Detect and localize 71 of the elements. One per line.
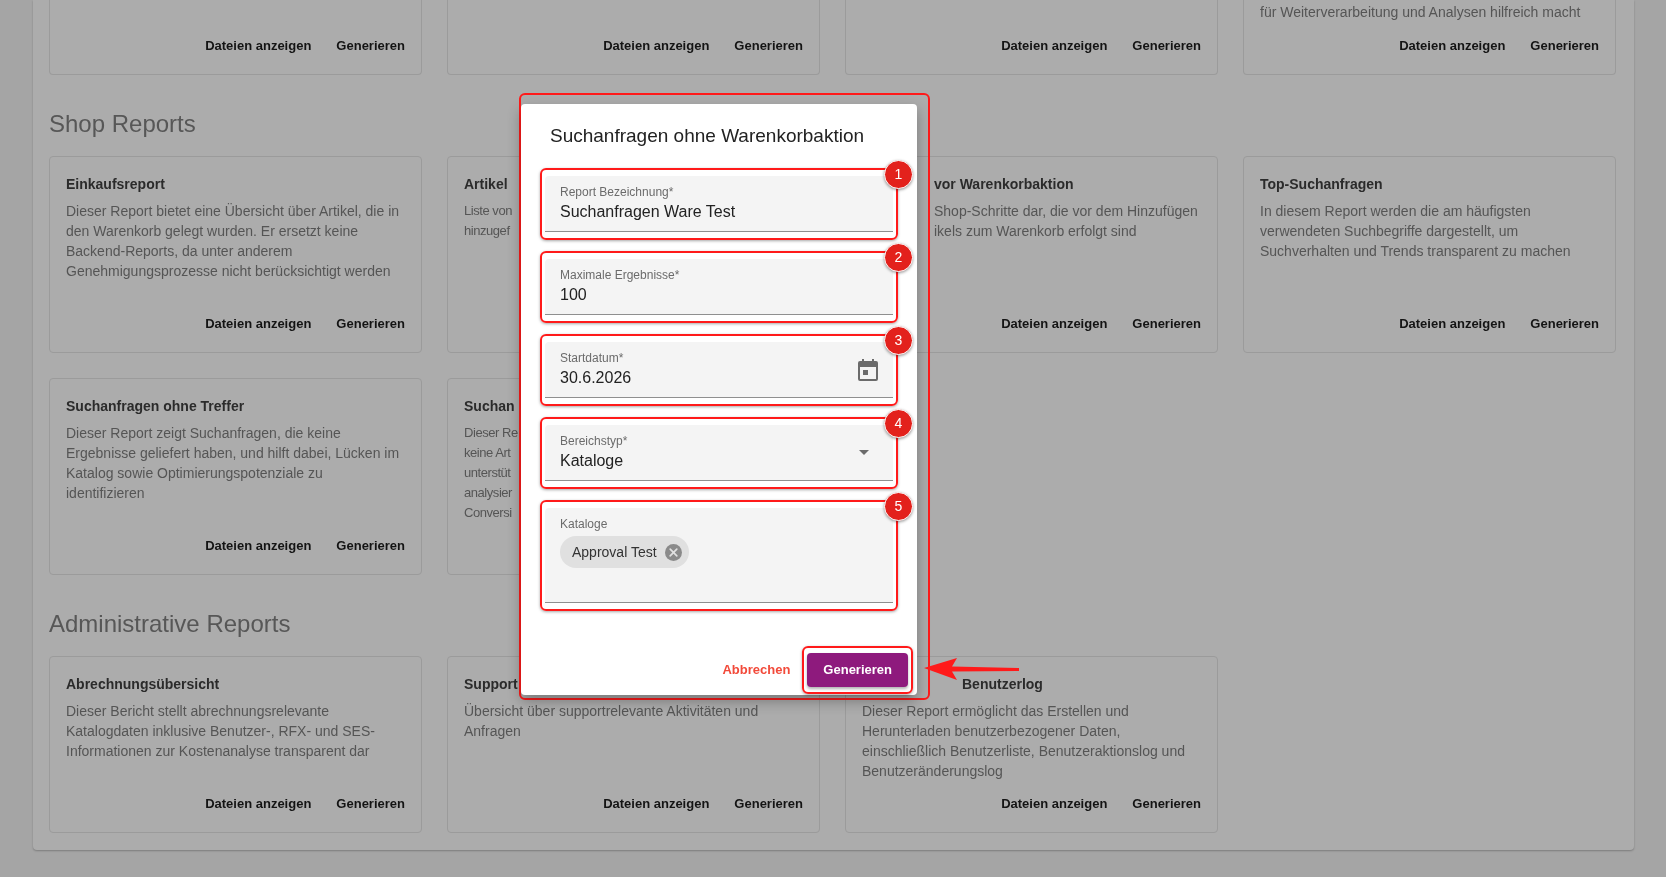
card-description: Dieser Report bietet eine Übersicht über Artikel, die in den Warenkorb gelegt wurden. Er ersetzt keine Backend-Reports, da unter anderem Genehmigungsprozesse nicht berücksichtigt werden [66,202,401,281]
generate-button[interactable]: Generieren [1124,306,1209,342]
date-field[interactable]: Startdatum* 30.6.2026 [545,342,893,398]
field-label: Report Bezeichnung* [560,185,674,199]
description-line: keine Art [464,444,511,462]
chip-input-field[interactable]: Kataloge Approval Test [545,508,893,603]
view-files-button[interactable]: Dateien anzeigen [595,28,718,64]
card-description: für Weiterverarbeitung und Analysen hilfreich macht [1260,3,1582,22]
description-line: ikels zum Warenkorb erfolgt sind [934,222,1137,241]
view-files-button[interactable]: Dateien anzeigen [993,786,1116,822]
view-files-button[interactable]: Dateien anzeigen [197,28,320,64]
step-number-badge: 4 [884,409,913,438]
description-line: analysier [464,484,512,502]
text-field[interactable]: Report Bezeichnung* Suchanfragen Ware Test [545,176,893,232]
cancel-button[interactable]: Abbrechen [714,653,799,687]
card-description: Dieser Bericht stellt abrechnungsrelevante Katalogdaten inklusive Benutzer-, RFX- und SES-Informationen zur Kostenanalyse transparent dar [66,702,376,761]
description-line: Conversi [464,504,512,522]
card-title: Benutzerlog [962,675,1043,694]
card-description: In diesem Report werden die am häufigsten verwendeten Suchbegriffe dargestellt, um Suchverhalten und Trends transparent zu machen [1260,202,1572,261]
generate-button[interactable]: Generieren [1522,28,1607,64]
card-description: Dieser Report ermöglicht das Erstellen und Herunterladen benutzerbezogener Daten, einschließlich Benutzerliste, Benutzeraktionslog und Benutzeränderungslog [862,702,1186,781]
section-heading: Administrative Reports [49,610,291,638]
view-files-button[interactable]: Dateien anzeigen [993,28,1116,64]
card-title: vor Warenkorbaktion [934,175,1074,194]
field-label: Kataloge [560,517,608,531]
view-files-button[interactable]: Dateien anzeigen [197,528,320,564]
card-description: Übersicht über supportrelevante Aktivitäten und Anfragen [464,702,760,741]
view-files-button[interactable]: Dateien anzeigen [1391,306,1514,342]
description-line: hinzugef [464,222,510,240]
field-label: Maximale Ergebnisse* [560,268,680,282]
generate-button[interactable]: Generieren [328,528,413,564]
step-number-badge: 1 [884,160,913,189]
generate-button[interactable]: Generieren [726,28,811,64]
card-description: Dieser Report zeigt Suchanfragen, die keine Ergebnisse geliefert haben, und hilft dabei, Lücken im Katalog sowie Optimierungspotenziale zu identifizieren [66,424,401,503]
step-number-badge: 2 [884,243,913,272]
dialog-title: Suchanfragen ohne Warenkorbaktion [550,124,865,148]
text-field[interactable]: Maximale Ergebnisse* 100 [545,259,893,315]
description-line: Dieser Re [464,424,518,442]
card-title: Artikel [464,175,508,194]
generate-button[interactable]: Generieren [1522,306,1607,342]
view-files-button[interactable]: Dateien anzeigen [1391,28,1514,64]
generate-button[interactable]: Generieren [328,306,413,342]
generate-button[interactable]: Generieren [1124,28,1209,64]
card-title: Abrechnungsübersicht [66,675,220,694]
field-label: Startdatum* [560,351,624,365]
calendar-icon[interactable] [858,358,878,381]
card-title: Top-Suchanfragen [1260,175,1383,194]
view-files-button[interactable]: Dateien anzeigen [595,786,718,822]
description-line: unterstüt [464,464,511,482]
caret-icon[interactable] [859,450,869,455]
generate-button[interactable]: Generieren [1124,786,1209,822]
description-line: Liste von [464,202,512,220]
card-title: Suchanfragen ohne Treffer [66,397,245,416]
view-files-button[interactable]: Dateien anzeigen [197,306,320,342]
view-files-button[interactable]: Dateien anzeigen [197,786,320,822]
card-title: Support [464,675,518,694]
select-field[interactable]: Bereichstyp* Kataloge [545,425,893,481]
generate-button[interactable]: Generieren [328,28,413,64]
tag-chip[interactable]: Approval Test [560,536,689,568]
step-number-badge: 5 [884,492,913,521]
generate-button[interactable]: Generieren [726,786,811,822]
card-title: Suchan [464,397,515,416]
section-heading: Shop Reports [49,110,196,138]
close-icon[interactable] [664,543,682,561]
step-number-badge: 3 [884,326,913,355]
view-files-button[interactable]: Dateien anzeigen [993,306,1116,342]
field-label: Bereichstyp* [560,434,628,448]
description-line: Shop-Schritte dar, die vor dem Hinzufügen [934,202,1198,221]
generate-button[interactable]: Generieren [328,786,413,822]
card-title: Einkaufsreport [66,175,165,194]
generate-button[interactable]: Generieren [807,653,908,687]
